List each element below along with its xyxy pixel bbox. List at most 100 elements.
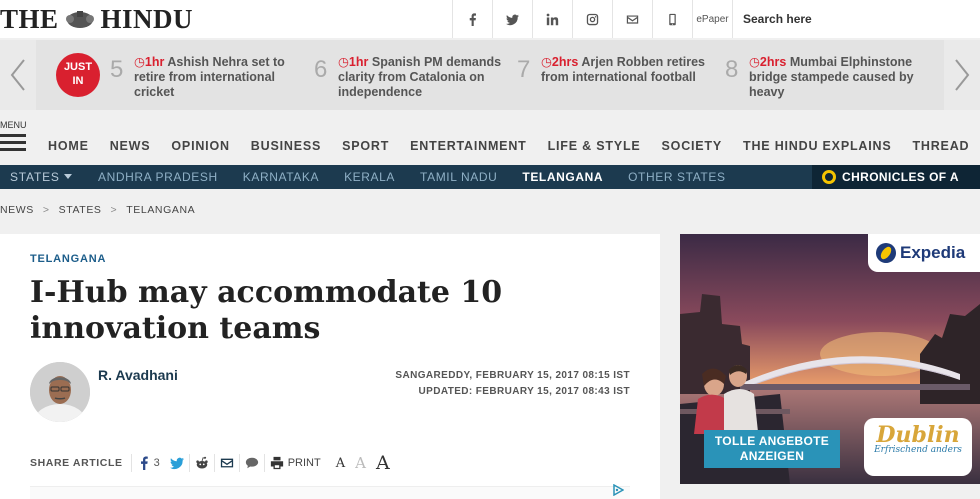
hamburger-icon	[0, 134, 26, 151]
share-toolbar: SHARE ARTICLE 3 PRINT A A A	[30, 452, 390, 474]
nav-item-opinion[interactable]: OPINION	[171, 139, 229, 153]
print-label: PRINT	[287, 457, 321, 469]
ticker-item-number: 6	[314, 56, 328, 83]
emblem-icon	[65, 11, 94, 28]
subnav-item-karnataka[interactable]: KARNATAKA	[243, 170, 319, 184]
main-nav: HOME NEWS OPINION BUSINESS SPORT ENTERTA…	[48, 139, 980, 153]
nav-item-society[interactable]: SOCIETY	[662, 139, 722, 153]
subnav-item-andhra-pradesh[interactable]: ANDHRA PRADESH	[98, 170, 218, 184]
ticker-item[interactable]: 6 1hr Spanish PM demands clarity from Ca…	[314, 54, 510, 104]
just-in-badge-line2: IN	[72, 75, 84, 87]
chevron-left-icon	[10, 59, 25, 91]
ticker-item-time: 2hrs	[749, 55, 786, 69]
nav-item-news[interactable]: NEWS	[110, 139, 151, 153]
ticker-prev-button[interactable]	[0, 40, 36, 110]
just-in-badge-line1: JUST	[63, 61, 93, 73]
share-reddit-button[interactable]	[188, 454, 214, 472]
comment-icon	[245, 457, 258, 469]
breadcrumb-item-news[interactable]: NEWS	[0, 204, 34, 216]
ad-cta-line2: ANZEIGEN	[739, 449, 805, 463]
nav-item-life-style[interactable]: LIFE & STYLE	[548, 139, 641, 153]
expedia-dublin-ad[interactable]: Expedia TOLLE ANGEBOTE ANZEIGEN Dublin E…	[680, 234, 980, 484]
linkedin-button[interactable]	[532, 0, 572, 38]
author-avatar[interactable]	[30, 362, 90, 422]
breadcrumb-item-states[interactable]: STATES	[59, 204, 102, 216]
breadcrumb-item-telangana[interactable]: TELANGANA	[126, 204, 195, 216]
author-name[interactable]: R. Avadhani	[98, 367, 178, 383]
menu-label: MENU	[0, 120, 27, 130]
nav-item-sport[interactable]: SPORT	[342, 139, 389, 153]
subnav-item-other-states[interactable]: OTHER STATES	[628, 170, 725, 184]
chevron-right-icon	[955, 59, 970, 91]
nav-item-business[interactable]: BUSINESS	[251, 139, 321, 153]
ticker-next-button[interactable]	[944, 40, 980, 110]
share-label: SHARE ARTICLE	[30, 457, 123, 469]
font-size-medium-button[interactable]: A	[355, 454, 366, 472]
twitter-icon	[169, 457, 184, 470]
nav-item-the-hindu-explains[interactable]: THE HINDU EXPLAINS	[743, 139, 891, 153]
logo-text-right: HINDU	[100, 4, 194, 34]
ad-cta-line1: TOLLE ANGEBOTE	[714, 434, 830, 448]
font-size-small-button[interactable]: A	[336, 456, 345, 471]
nav-item-home[interactable]: HOME	[48, 139, 89, 153]
states-subnav: STATES ANDHRA PRADESH KARNATAKA KERALA T…	[0, 165, 980, 189]
search-field[interactable]: Search here	[732, 0, 980, 38]
facebook-button[interactable]	[452, 0, 492, 38]
instagram-icon	[586, 13, 599, 25]
mobile-app-button[interactable]	[652, 0, 692, 38]
twitter-button[interactable]	[492, 0, 532, 38]
share-email-button[interactable]	[213, 454, 239, 472]
chronicles-label: CHRONICLES OF A	[842, 170, 959, 184]
ticker-item-text: 1hr Spanish PM demands clarity from Cata…	[338, 55, 510, 100]
twitter-icon	[506, 14, 519, 25]
facebook-icon	[140, 456, 148, 470]
states-dropdown[interactable]: STATES	[10, 170, 72, 184]
subnav-item-telangana[interactable]: TELANGANA	[522, 170, 603, 184]
subnav-item-kerala[interactable]: KERALA	[344, 170, 395, 184]
states-list: ANDHRA PRADESH KARNATAKA KERALA TAMIL NA…	[98, 170, 751, 184]
ticker-item[interactable]: 8 2hrs Mumbai Elphinstone bridge stamped…	[725, 54, 925, 104]
share-facebook-button[interactable]: 3	[130, 454, 165, 472]
breadcrumb-separator-icon: >	[42, 204, 50, 216]
ticker-item[interactable]: 5 1hr Ashish Nehra set to retire from in…	[110, 54, 300, 104]
top-header: THE HINDU ePaper Search here	[0, 0, 980, 38]
chronicles-ring-icon	[822, 170, 836, 184]
ticker-item-time: 1hr	[338, 55, 368, 69]
ticker-item-number: 5	[110, 56, 124, 83]
article-card: TELANGANA I-Hub may accommodate 10 innov…	[0, 234, 660, 499]
breadcrumb: NEWS > STATES > TELANGANA	[0, 204, 195, 216]
ad-cta-button[interactable]: TOLLE ANGEBOTE ANZEIGEN	[704, 430, 840, 468]
ticker-item-time: 1hr	[134, 55, 164, 69]
site-logo[interactable]: THE HINDU	[0, 4, 193, 35]
ticker-item[interactable]: 7 2hrs Arjen Robben retires from interna…	[517, 54, 717, 104]
logo-text-left: THE	[0, 4, 59, 34]
just-in-ticker: JUST IN 5 1hr Ashish Nehra set to retire…	[0, 40, 980, 110]
menu-button[interactable]: MENU	[0, 120, 30, 155]
mobile-icon	[669, 13, 676, 25]
email-icon	[220, 458, 233, 468]
adchoices-icon[interactable]	[612, 484, 624, 496]
just-in-badge: JUST IN	[56, 53, 100, 97]
article-headline: I-Hub may accommodate 10 innovation team…	[30, 275, 503, 346]
section-tag[interactable]: TELANGANA	[30, 253, 106, 265]
comment-button[interactable]	[238, 454, 264, 472]
dateline: SANGAREDDY, FEBRUARY 15, 2017 08:15 IST …	[395, 368, 630, 400]
instagram-button[interactable]	[572, 0, 612, 38]
expedia-logo: Expedia	[868, 234, 980, 272]
email-icon	[626, 14, 639, 24]
expedia-globe-icon	[876, 243, 896, 263]
ticker-item-number: 8	[725, 56, 739, 83]
nav-item-thread[interactable]: THREAD	[912, 139, 969, 153]
chronicles-link[interactable]: CHRONICLES OF A	[812, 165, 980, 189]
share-twitter-button[interactable]	[165, 454, 189, 472]
nav-item-entertainment[interactable]: ENTERTAINMENT	[410, 139, 526, 153]
epaper-link[interactable]: ePaper	[692, 0, 732, 38]
print-button[interactable]: PRINT	[263, 454, 326, 472]
font-size-large-button[interactable]: A	[376, 452, 390, 474]
email-button[interactable]	[612, 0, 652, 38]
updated-date: UPDATED: FEBRUARY 15, 2017 08:43 IST	[418, 386, 630, 397]
subnav-item-tamil-nadu[interactable]: TAMIL NADU	[420, 170, 497, 184]
ticker-item-number: 7	[517, 56, 531, 83]
facebook-icon	[469, 12, 476, 26]
expedia-brand: Expedia	[900, 243, 966, 262]
